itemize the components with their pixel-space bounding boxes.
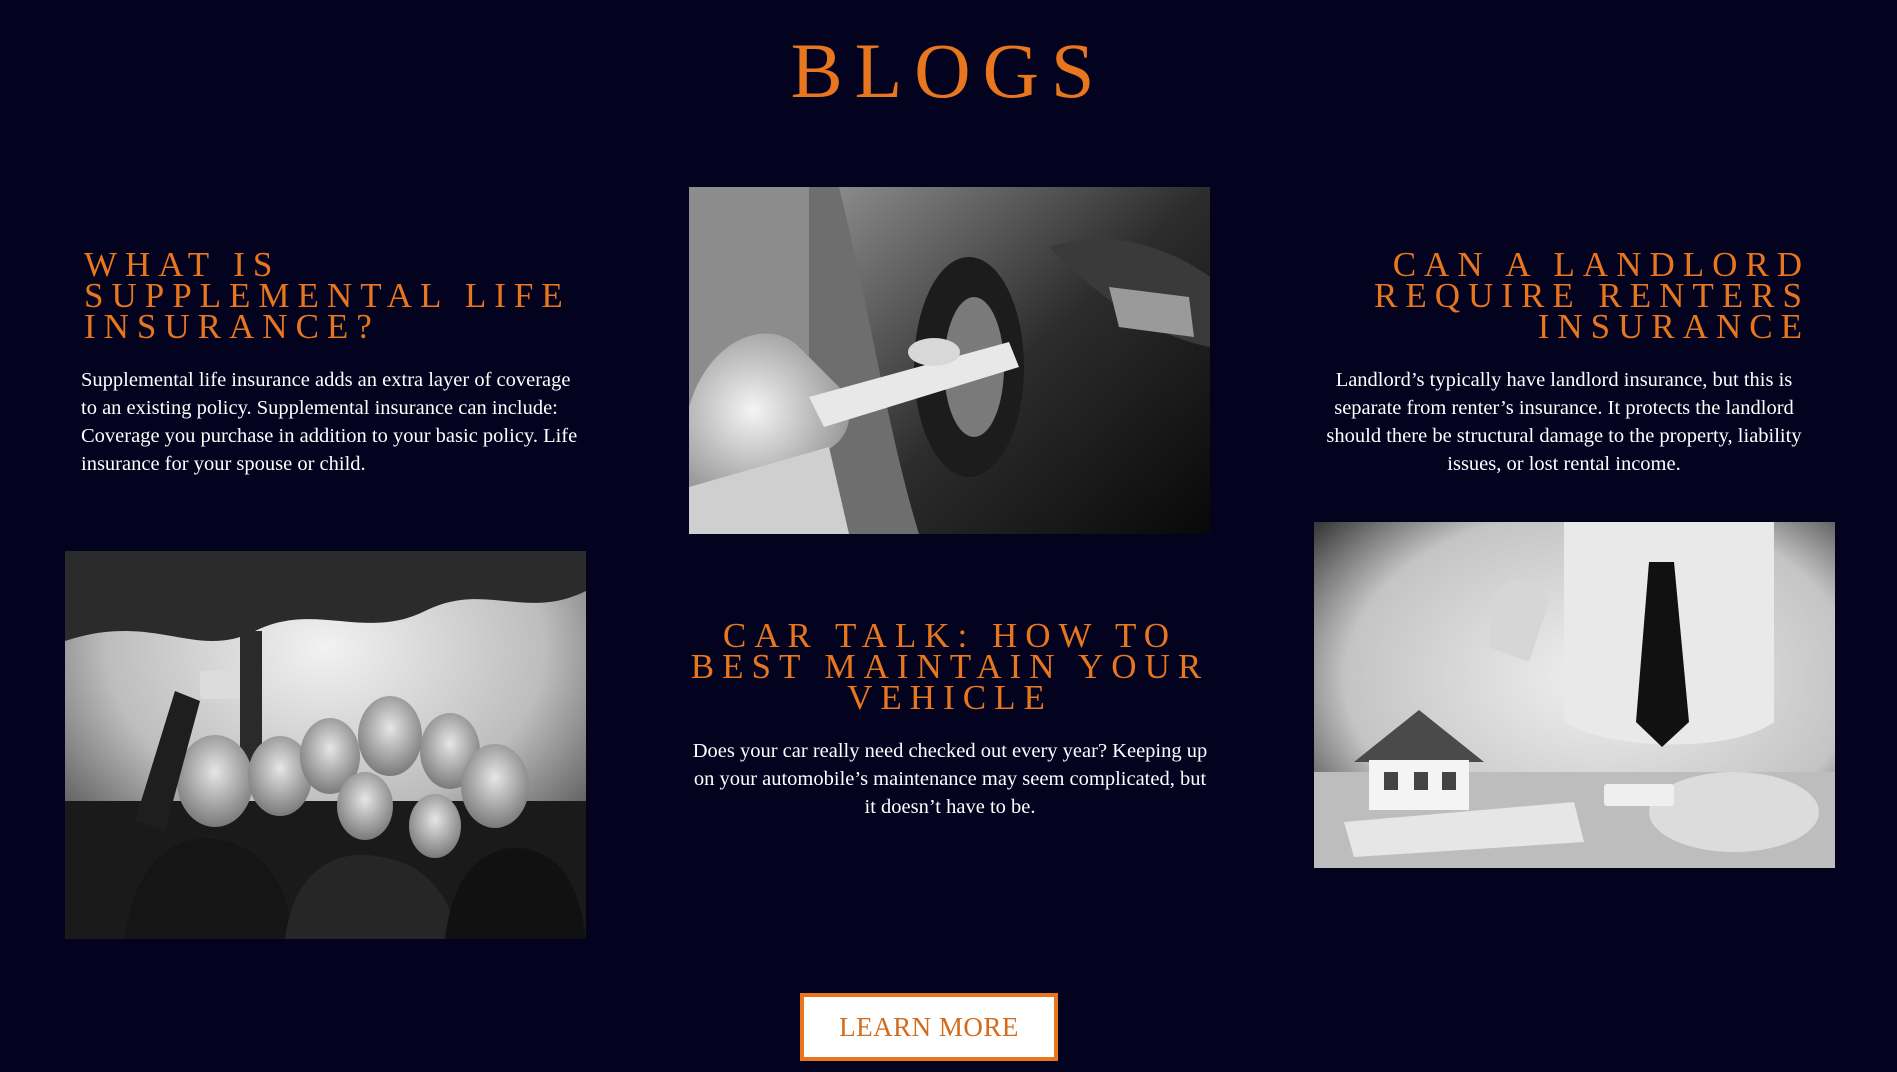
house-model-agent-photo[interactable] bbox=[1314, 522, 1835, 868]
post-title-landlord-renters[interactable]: CAN A LANDLORD REQUIRE RENTERS INSURANCE bbox=[1310, 247, 1810, 344]
car-damage-inspection-photo[interactable] bbox=[689, 187, 1210, 534]
post-title-car-talk[interactable]: CAR TALK: HOW TO BEST MAINTAIN YOUR VEHI… bbox=[668, 618, 1232, 715]
post-excerpt-supplemental-life: Supplemental life insurance adds an extr… bbox=[81, 369, 578, 475]
post-excerpt-car-talk: Does your car really need checked out ev… bbox=[692, 740, 1208, 818]
learn-more-button[interactable]: LEARN MORE bbox=[800, 993, 1058, 1061]
post-excerpt-landlord-renters: Landlord’s typically have landlord insur… bbox=[1326, 369, 1802, 475]
family-selfie-photo[interactable] bbox=[65, 551, 586, 939]
page-title: BLOGS bbox=[790, 27, 1107, 114]
post-title-supplemental-life[interactable]: WHAT IS SUPPLEMENTAL LIFE INSURANCE? bbox=[84, 247, 604, 344]
